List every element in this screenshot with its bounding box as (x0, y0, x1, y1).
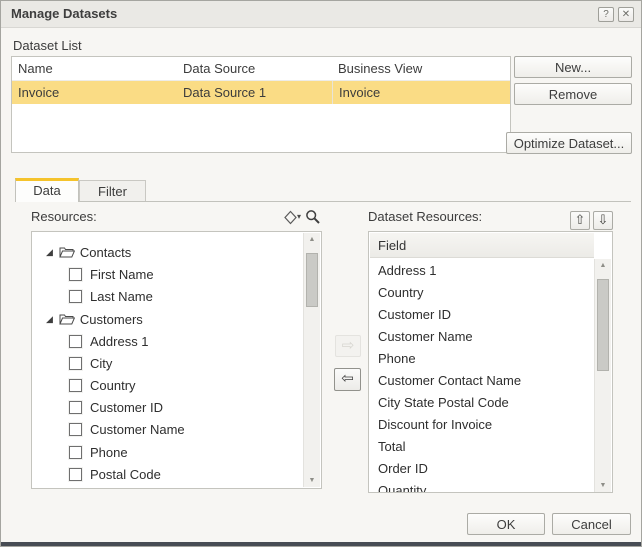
dataset-resources-label: Dataset Resources: (368, 209, 483, 224)
tree-item-label[interactable]: Region (90, 489, 131, 490)
dataset-resources-list: Field Address 1 Country Customer ID Cust… (368, 231, 613, 493)
tree-item-label[interactable]: Customer ID (90, 400, 163, 415)
tree-group-customers[interactable]: ◢ Customers (32, 308, 304, 330)
resources-label: Resources: (31, 209, 97, 224)
move-up-button[interactable]: ⇧ (570, 211, 590, 230)
tree-item-label[interactable]: Postal Code (90, 467, 161, 482)
tab-strip-divider (15, 201, 631, 202)
list-item[interactable]: Customer Name (370, 325, 594, 347)
list-item[interactable]: Discount for Invoice (370, 413, 594, 435)
dataset-list-label: Dataset List (13, 38, 82, 53)
dialog-title: Manage Datasets (11, 6, 118, 21)
field-checkbox[interactable] (69, 445, 82, 459)
tree-item-label[interactable]: City (90, 356, 112, 371)
table-row-selected[interactable]: Invoice Data Source 1 Invoice (12, 81, 510, 104)
dataset-table: Name Data Source Business View Invoice D… (11, 56, 511, 153)
column-header-business-view: Business View (338, 61, 423, 76)
tree-item-label[interactable]: Address 1 (90, 334, 149, 349)
scroll-up-icon[interactable]: ▲ (595, 262, 611, 269)
list-item[interactable]: Order ID (370, 457, 594, 479)
tree-item[interactable]: Customer ID (32, 396, 304, 418)
tree-scrollbar[interactable]: ▲ ▼ (303, 233, 320, 487)
list-item-clipped[interactable]: Quantity (370, 479, 594, 493)
tree-item-label[interactable]: Country (90, 378, 136, 393)
scrollbar-thumb[interactable] (597, 279, 609, 371)
sort-icon[interactable] (284, 210, 297, 225)
tree-item-label[interactable]: Customer Name (90, 422, 185, 437)
field-checkbox[interactable] (69, 378, 82, 392)
field-checkbox[interactable] (69, 422, 82, 436)
tree-item-label[interactable]: Contacts (80, 245, 131, 260)
list-item[interactable]: Phone (370, 347, 594, 369)
tree-item-clipped[interactable]: Region (32, 485, 304, 490)
folder-icon (59, 246, 75, 258)
tree-item-label[interactable]: First Name (90, 267, 154, 282)
remove-button[interactable]: Remove (514, 83, 632, 105)
search-icon[interactable] (305, 209, 321, 225)
tree-item[interactable]: Phone (32, 441, 304, 463)
window-bottom-edge (1, 542, 641, 546)
resources-tree: ◢ Contacts First Name Last Name ◢ Custom… (31, 231, 322, 489)
tree-item[interactable]: Customer Name (32, 418, 304, 440)
list-item[interactable]: Country (370, 281, 594, 303)
tree-group-contacts[interactable]: ◢ Contacts (32, 241, 304, 263)
field-checkbox[interactable] (69, 334, 82, 348)
field-checkbox[interactable] (69, 467, 82, 481)
cell-data-source: Data Source 1 (183, 85, 267, 100)
tree-item-label[interactable]: Last Name (90, 289, 153, 304)
field-checkbox[interactable] (69, 289, 82, 303)
scroll-down-icon[interactable]: ▼ (595, 482, 611, 489)
scrollbar-thumb[interactable] (306, 253, 318, 307)
list-scrollbar[interactable]: ▲ ▼ (594, 259, 611, 492)
tree-item[interactable]: Last Name (32, 285, 304, 307)
tree-item[interactable]: City (32, 352, 304, 374)
cell-name: Invoice (18, 85, 60, 100)
scroll-down-icon[interactable]: ▼ (304, 477, 320, 484)
dataset-table-header: Name Data Source Business View (12, 57, 510, 81)
field-checkbox[interactable] (69, 267, 82, 281)
tree-item[interactable]: First Name (32, 263, 304, 285)
tree-item[interactable]: Country (32, 374, 304, 396)
scroll-up-icon[interactable]: ▲ (304, 236, 320, 243)
tree-item-label[interactable]: Customers (80, 312, 143, 327)
tree-item[interactable]: Postal Code (32, 463, 304, 485)
collapse-icon[interactable]: ◢ (46, 247, 53, 257)
title-bar: Manage Datasets ? ✕ (1, 1, 641, 28)
optimize-dataset-button[interactable]: Optimize Dataset... (506, 132, 632, 154)
field-checkbox[interactable] (69, 400, 82, 414)
list-item[interactable]: Customer Contact Name (370, 369, 594, 391)
list-item[interactable]: City State Postal Code (370, 391, 594, 413)
list-item[interactable]: Address 1 (370, 259, 594, 281)
move-down-button[interactable]: ⇩ (593, 211, 613, 230)
ok-button[interactable]: OK (467, 513, 545, 535)
add-field-button: ⇨ (335, 335, 361, 357)
sort-dropdown-caret-icon[interactable]: ▾ (297, 212, 301, 221)
tree-item-label[interactable]: Phone (90, 445, 128, 460)
field-checkbox[interactable] (69, 356, 82, 370)
list-item[interactable]: Total (370, 435, 594, 457)
collapse-icon[interactable]: ◢ (46, 314, 53, 324)
folder-icon (59, 313, 75, 325)
help-icon[interactable]: ? (598, 7, 614, 22)
close-icon[interactable]: ✕ (618, 7, 634, 22)
list-item[interactable]: Customer ID (370, 303, 594, 325)
tab-data[interactable]: Data (15, 178, 79, 202)
remove-field-button[interactable]: ⇦ (334, 368, 361, 391)
tree-item[interactable]: Address 1 (32, 330, 304, 352)
field-column-header: Field (370, 233, 594, 258)
column-header-data-source: Data Source (183, 61, 256, 76)
tab-filter[interactable]: Filter (79, 180, 146, 202)
cancel-button[interactable]: Cancel (552, 513, 631, 535)
new-button[interactable]: New... (514, 56, 632, 78)
column-header-name: Name (18, 61, 53, 76)
manage-datasets-dialog: Manage Datasets ? ✕ Dataset List Name Da… (0, 0, 642, 547)
cell-business-view: Invoice (339, 85, 381, 100)
